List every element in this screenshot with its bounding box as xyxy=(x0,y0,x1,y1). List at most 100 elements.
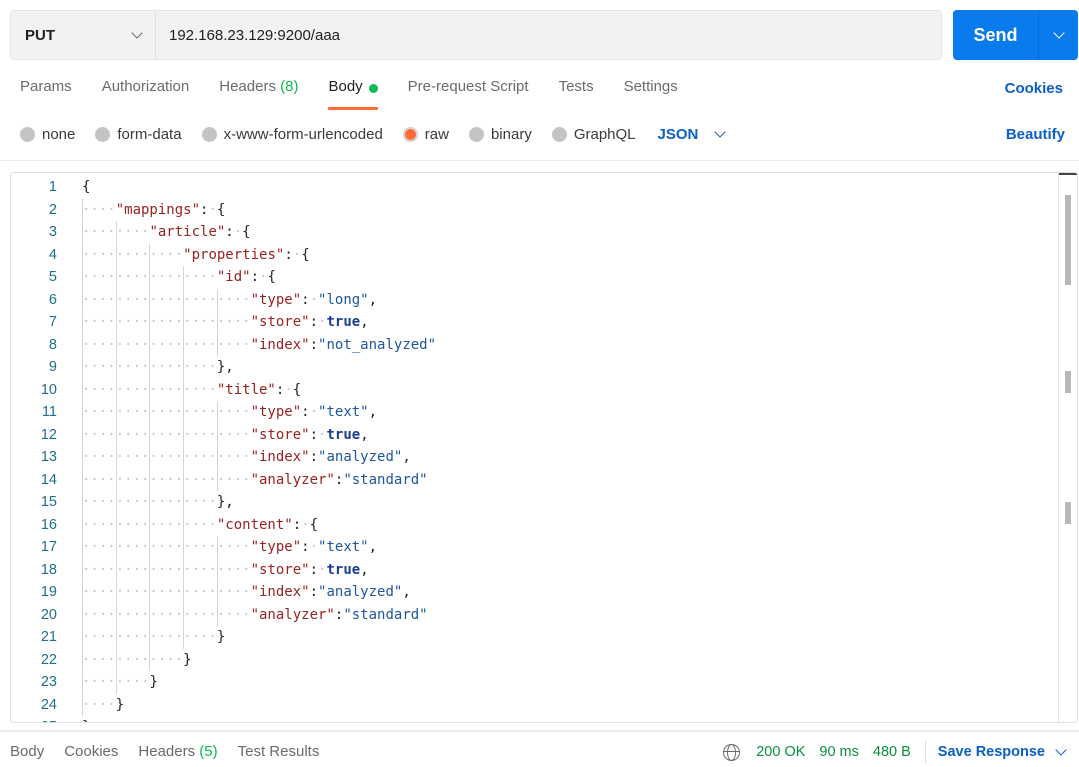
code-line[interactable]: 8 ····················"index":"not_analyz… xyxy=(11,334,1061,357)
code-line[interactable]: 9 ················}, xyxy=(11,356,1061,379)
code-text: ····················"store":·true, xyxy=(82,561,369,578)
code-line[interactable]: 2 ····"mappings":·{ xyxy=(11,199,1061,222)
method-select[interactable]: PUT xyxy=(11,11,156,59)
chevron-down-icon xyxy=(1055,743,1067,756)
radio-none[interactable]: none xyxy=(20,126,75,143)
tab-authorization[interactable]: Authorization xyxy=(102,78,190,110)
code-line[interactable]: 11 ····················"type":·"text", xyxy=(11,401,1061,424)
response-time[interactable]: 90 ms xyxy=(819,744,859,760)
tab-tests[interactable]: Tests xyxy=(559,78,594,110)
scrollbar-top-marker xyxy=(1059,173,1077,175)
code-line[interactable]: 13 ····················"index":"analyzed"… xyxy=(11,446,1061,469)
url-input[interactable] xyxy=(156,11,941,59)
code-line[interactable]: 24 ····} xyxy=(11,694,1061,717)
code-text: } xyxy=(82,716,90,722)
response-size[interactable]: 480 B xyxy=(873,744,911,760)
scrollbar-thumb[interactable] xyxy=(1065,195,1071,285)
code-line[interactable]: 12 ····················"store":·true, xyxy=(11,424,1061,447)
cookies-link[interactable]: Cookies xyxy=(1005,80,1063,97)
code-text: ················"id":·{ xyxy=(82,269,276,285)
radio-circle xyxy=(468,127,484,142)
editor-scrollbar[interactable] xyxy=(1058,173,1077,722)
code-text: ····} xyxy=(82,696,125,713)
radio-raw[interactable]: raw xyxy=(402,126,449,143)
line-number: 7 xyxy=(48,314,57,330)
code-text: ····················"index":"not_analyze… xyxy=(82,336,437,353)
globe-icon[interactable] xyxy=(723,743,741,761)
method-label: PUT xyxy=(25,26,55,44)
code-line[interactable]: 4 ············"properties":·{ xyxy=(11,244,1061,267)
response-status-bar: 200 OK 90 ms 480 B Save Response xyxy=(723,740,1067,764)
radio-circle xyxy=(201,127,217,142)
save-response-button[interactable]: Save Response xyxy=(938,743,1067,760)
code-line[interactable]: 20 ····················"analyzer":"standa… xyxy=(11,604,1061,627)
line-number: 22 xyxy=(40,651,57,668)
request-bar: PUT Send xyxy=(10,10,1078,60)
code-line[interactable]: 1{ xyxy=(11,176,1061,199)
code-line[interactable]: 15 ················}, xyxy=(11,491,1061,514)
line-number: 17 xyxy=(40,539,57,555)
line-number: 2 xyxy=(48,201,57,218)
code-line[interactable]: 6 ····················"type":·"long", xyxy=(11,289,1061,312)
radio-binary[interactable]: binary xyxy=(468,126,532,143)
tab-params[interactable]: Params xyxy=(20,78,72,110)
response-tab-cookies[interactable]: Cookies xyxy=(64,743,118,760)
code-line[interactable]: 16 ················"content":·{ xyxy=(11,514,1061,537)
code-line[interactable]: 14 ····················"analyzer":"standa… xyxy=(11,469,1061,492)
line-number: 20 xyxy=(40,606,57,623)
beautify-button[interactable]: Beautify xyxy=(1006,126,1065,143)
response-divider xyxy=(0,730,1079,732)
send-options-button[interactable] xyxy=(1039,10,1078,60)
language-select[interactable]: JSON xyxy=(658,126,727,143)
tab-pre-request-script[interactable]: Pre-request Script xyxy=(408,78,529,110)
code-text: ····················"type":·"long", xyxy=(82,291,378,308)
code-line[interactable]: 18 ····················"store":·true, xyxy=(11,559,1061,582)
code-line[interactable]: 7 ····················"store":·true, xyxy=(11,311,1061,334)
code-editor[interactable]: 1{ 2 ····"mappings":·{ 3 ········"article":·… xyxy=(10,172,1078,723)
response-tab-headers[interactable]: Headers (5) xyxy=(138,743,217,760)
line-number: 9 xyxy=(48,359,57,375)
tab-headers[interactable]: Headers (8) xyxy=(219,78,298,110)
code-line[interactable]: 5 ················"id":·{ xyxy=(11,266,1061,289)
radio-x-www-form-urlencoded[interactable]: x-www-form-urlencoded xyxy=(201,126,383,143)
radio-form-data[interactable]: form-data xyxy=(95,126,182,143)
code-text: ····················"index":"analyzed", xyxy=(82,584,411,600)
scrollbar-marker xyxy=(1065,371,1071,393)
code-line[interactable]: 22 ············} xyxy=(11,649,1061,672)
code-line[interactable]: 23 ········} xyxy=(11,671,1061,694)
code-text: ····················"index":"analyzed", xyxy=(82,449,411,465)
code-line[interactable]: 10················"title":·{ xyxy=(11,379,1061,402)
line-number: 4 xyxy=(48,246,57,263)
headers-count: (8) xyxy=(280,78,299,95)
code-line[interactable]: 21 ················} xyxy=(11,626,1061,649)
code-line[interactable]: 19 ····················"index":"analyzed"… xyxy=(11,581,1061,604)
line-number: 5 xyxy=(48,269,57,285)
send-button[interactable]: Send xyxy=(953,10,1039,60)
tab-settings[interactable]: Settings xyxy=(624,78,678,110)
code-line[interactable]: 25} xyxy=(11,716,1061,722)
line-number: 15 xyxy=(40,494,57,510)
divider xyxy=(0,160,1079,161)
response-tab-test-results[interactable]: Test Results xyxy=(238,743,320,760)
line-number: 18 xyxy=(40,561,57,578)
radio-circle xyxy=(551,127,567,142)
code-text: ····················"analyzer":"standard… xyxy=(82,606,428,623)
chevron-down-icon xyxy=(714,126,727,138)
code-text: ············} xyxy=(82,651,192,668)
code-text: { xyxy=(82,179,91,195)
response-tabs: Body Cookies Headers (5) Test Results xyxy=(10,743,339,760)
tab-body[interactable]: Body xyxy=(328,78,378,110)
code-text: ····"mappings":·{ xyxy=(82,201,226,218)
line-number: 19 xyxy=(40,584,57,600)
indent-guide xyxy=(216,288,218,356)
code-line[interactable]: 3 ········"article":·{ xyxy=(11,221,1061,244)
radio-graphql[interactable]: GraphQL xyxy=(551,126,636,143)
radio-circle xyxy=(20,127,35,142)
radio-circle xyxy=(95,127,111,142)
line-number: 16 xyxy=(40,516,57,533)
line-number: 12 xyxy=(40,426,57,443)
code-line[interactable]: 17 ····················"type":·"text", xyxy=(11,536,1061,559)
status-code[interactable]: 200 OK xyxy=(756,744,805,760)
line-number: 13 xyxy=(40,449,57,465)
response-tab-body[interactable]: Body xyxy=(10,743,44,760)
